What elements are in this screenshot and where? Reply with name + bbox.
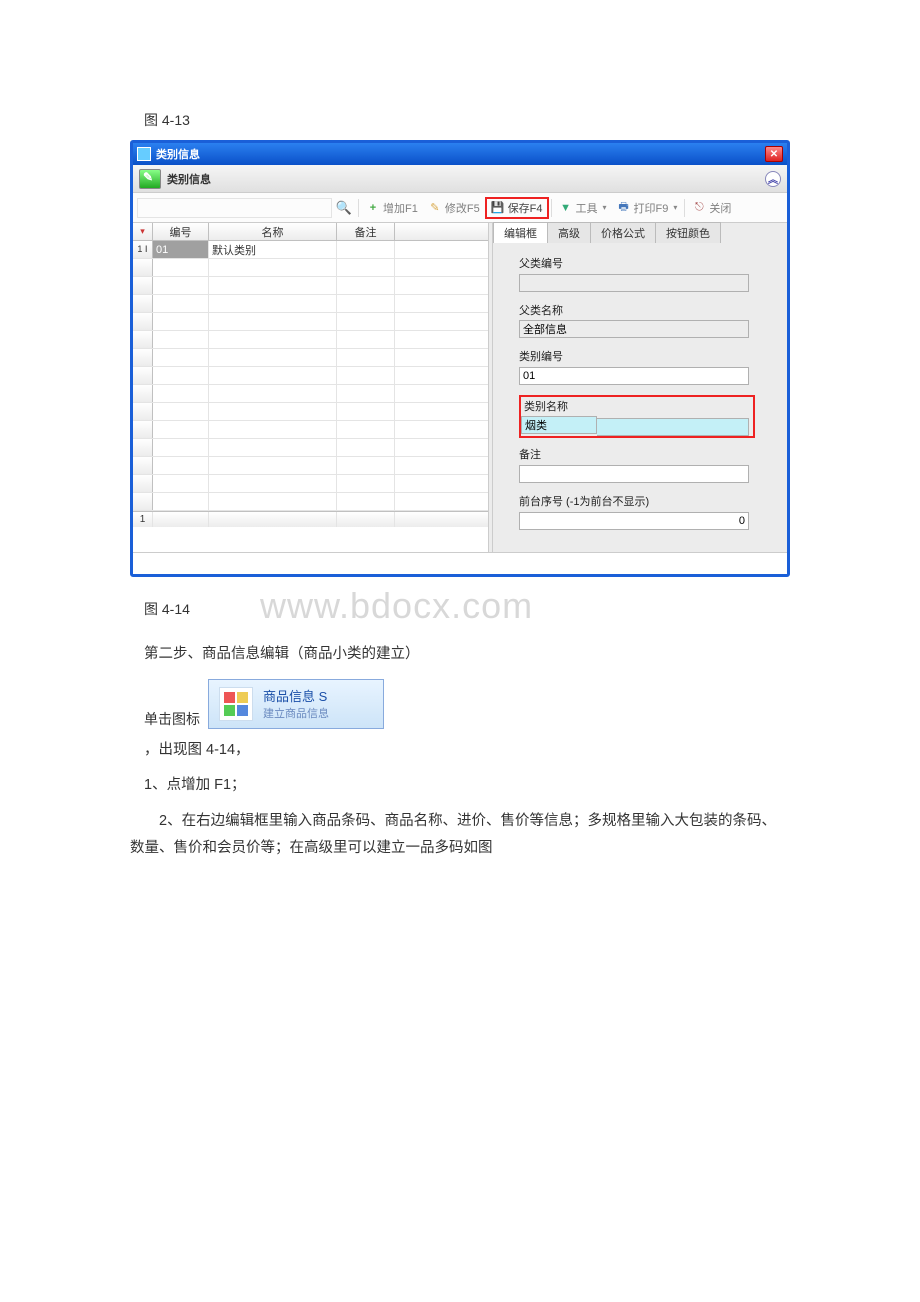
save-button[interactable]: 💾 保存F4 (485, 197, 549, 219)
close-button[interactable]: ⎋ 关闭 (687, 198, 736, 218)
col-code[interactable]: 编号 (153, 223, 209, 240)
dropdown-icon: ▾ (673, 203, 677, 212)
plus-icon: + (366, 201, 380, 215)
parent-name-label: 父类名称 (519, 302, 769, 318)
cat-name-highlight: 类别名称 (519, 395, 755, 438)
collapse-button[interactable]: ︽ (765, 171, 781, 187)
cell-name: 默认类别 (209, 241, 337, 258)
print-label: 打印F9 (634, 200, 669, 216)
print-button[interactable]: 🖶 打印F9 ▾ (612, 198, 683, 218)
cat-name-label: 类别名称 (521, 397, 751, 414)
step2-text: 第二步、商品信息编辑（商品小类的建立） (130, 641, 790, 669)
save-label: 保存F4 (508, 200, 543, 216)
category-icon (139, 169, 161, 189)
search-icon[interactable]: 🔍 (332, 200, 356, 216)
grid-header: ▾ 编号 名称 备注 (133, 223, 488, 241)
tabs: 编辑框 高级 价格公式 按钮颜色 (493, 223, 787, 243)
cat-code-label: 类别编号 (519, 348, 769, 364)
edit-button[interactable]: ✎ 修改F5 (423, 198, 485, 218)
footer-count: 1 (133, 512, 153, 527)
table-row[interactable] (133, 493, 488, 511)
seq-input[interactable] (519, 512, 749, 530)
item1-text: 1、点增加 F1； (130, 772, 790, 800)
title-bar: 类别信息 ✕ (133, 143, 787, 165)
funnel-icon: ▼ (559, 201, 573, 215)
watermark: www.bdocx.com (260, 585, 533, 627)
row-marker: 1 Ⅰ (133, 241, 153, 258)
table-row[interactable] (133, 259, 488, 277)
window-title: 类别信息 (156, 146, 765, 162)
table-row[interactable]: 1 Ⅰ 01 默认类别 (133, 241, 488, 259)
col-note[interactable]: 备注 (337, 223, 395, 240)
status-bar (133, 552, 787, 574)
app-window: 类别信息 ✕ 类别信息 ︽ 🔍 + 增加F1 ✎ 修改F5 (130, 140, 790, 577)
edit-label: 修改F5 (445, 200, 480, 216)
table-row[interactable] (133, 421, 488, 439)
tab-body: 父类编号 父类名称 类别编号 类别名 (493, 243, 787, 552)
product-info-subtitle: 建立商品信息 (263, 705, 329, 721)
add-label: 增加F1 (383, 200, 418, 216)
parent-code-input[interactable] (519, 274, 749, 292)
printer-icon: 🖶 (617, 201, 631, 215)
grid-panel: ▾ 编号 名称 备注 1 Ⅰ 01 默认类别 (133, 223, 488, 552)
grid-icon (219, 687, 253, 721)
item2-text: 2、在右边编辑框里输入商品条码、商品名称、进价、售价等信息；多规格里输入大包装的… (130, 808, 790, 863)
app-icon (137, 147, 151, 161)
disk-icon: 💾 (491, 201, 505, 215)
dropdown-icon: ▾ (603, 203, 607, 212)
sub-header: 类别信息 ︽ (133, 165, 787, 193)
search-input[interactable] (137, 198, 332, 218)
table-row[interactable] (133, 367, 488, 385)
table-row[interactable] (133, 277, 488, 295)
table-row[interactable] (133, 295, 488, 313)
table-row[interactable] (133, 385, 488, 403)
appear-text: ，出现图 4-14， (130, 737, 790, 765)
form-panel: 编辑框 高级 价格公式 按钮颜色 父类编号 父类名称 (493, 223, 787, 552)
note-label: 备注 (519, 446, 769, 462)
parent-code-label: 父类编号 (519, 255, 769, 271)
tab-price[interactable]: 价格公式 (590, 222, 656, 243)
tool-label: 工具 (576, 200, 598, 216)
cell-code: 01 (153, 241, 209, 258)
window-close-button[interactable]: ✕ (765, 146, 783, 162)
table-row[interactable] (133, 331, 488, 349)
note-input[interactable] (519, 465, 749, 483)
add-button[interactable]: + 增加F1 (361, 198, 423, 218)
cat-name-input[interactable] (521, 416, 597, 434)
figure-caption-413: 图 4-13 (130, 110, 790, 130)
product-info-button[interactable]: 商品信息 S 建立商品信息 (208, 679, 384, 729)
table-row[interactable] (133, 475, 488, 493)
cat-code-input[interactable] (519, 367, 749, 385)
product-info-title: 商品信息 S (263, 686, 329, 705)
figure-caption-414: 图 4-14 (130, 599, 190, 619)
toolbar: 🔍 + 增加F1 ✎ 修改F5 💾 保存F4 ▼ 工具 (133, 193, 787, 223)
table-row[interactable] (133, 349, 488, 367)
pencil-icon: ✎ (428, 201, 442, 215)
tab-btncolor[interactable]: 按钮颜色 (655, 222, 721, 243)
col-name[interactable]: 名称 (209, 223, 337, 240)
close-icon: ⎋ (692, 201, 706, 215)
table-row[interactable] (133, 403, 488, 421)
click-icon-text: 单击图标 (144, 709, 200, 729)
close-label: 关闭 (709, 200, 731, 216)
tab-edit[interactable]: 编辑框 (493, 222, 548, 243)
row-marker-header: ▾ (140, 226, 145, 237)
cell-note (337, 241, 395, 258)
tool-button[interactable]: ▼ 工具 ▾ (554, 198, 612, 218)
parent-name-input[interactable] (519, 320, 749, 338)
grid-footer: 1 (133, 511, 488, 527)
table-row[interactable] (133, 439, 488, 457)
tab-advanced[interactable]: 高级 (547, 222, 591, 243)
sub-header-title: 类别信息 (167, 171, 211, 187)
table-row[interactable] (133, 457, 488, 475)
seq-label: 前台序号 (-1为前台不显示) (519, 493, 769, 509)
grid-body: 1 Ⅰ 01 默认类别 (133, 241, 488, 511)
table-row[interactable] (133, 313, 488, 331)
